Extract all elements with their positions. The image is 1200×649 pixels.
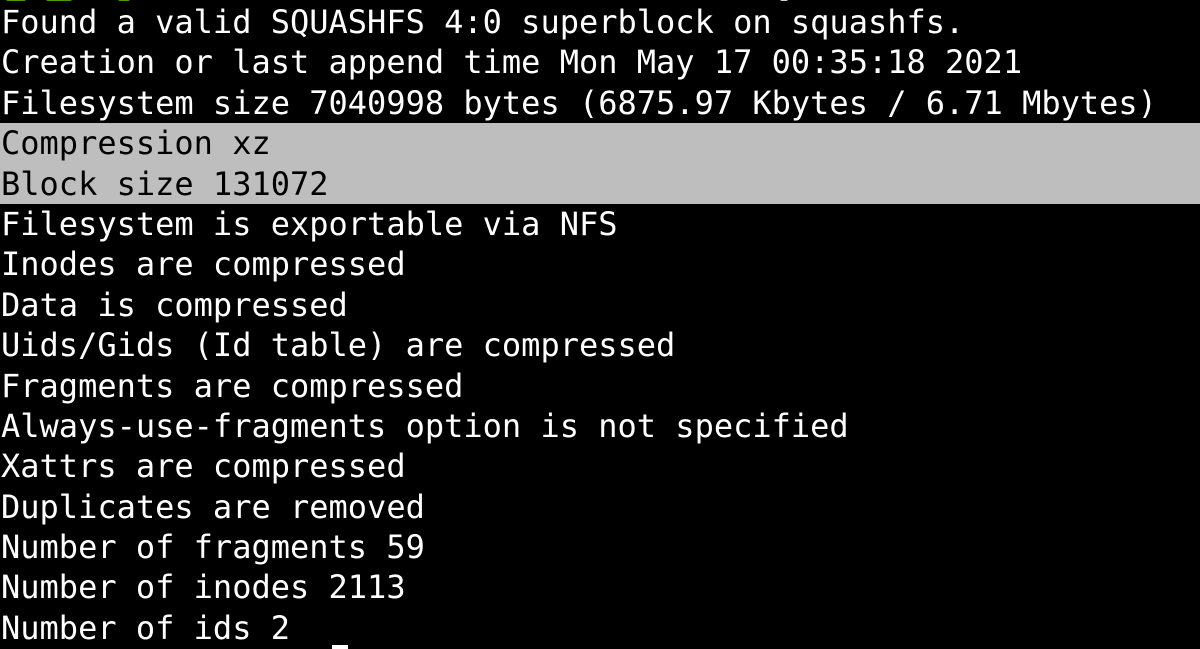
- output-line: Number of fragments 59: [1, 528, 425, 567]
- prompt-fragment: [118, 0, 130, 1]
- prompt-fragment: [6, 0, 26, 1]
- output-line: Number of inodes 2113: [1, 568, 406, 607]
- output-line: Found a valid SQUASHFS 4:0 superblock on…: [1, 3, 965, 41]
- output-line: Xattrs are compressed: [1, 447, 406, 486]
- output-line: Always-use-fragments option is not speci…: [1, 406, 849, 445]
- output-line: Number of ids 2: [1, 608, 290, 647]
- output-line: Fragments are compressed: [1, 366, 464, 405]
- output-line: Inodes are compressed: [1, 245, 406, 284]
- selected-output-line: Block size 131072: [0, 163, 1200, 204]
- output-line: Creation or last append time Mon May 17 …: [1, 43, 1023, 82]
- terminal-output[interactable]: Found a valid SQUASHFS 4:0 superblock on…: [0, 2, 1200, 648]
- command-fragment: [780, 0, 788, 1]
- output-line: Uids/Gids (Id table) are compressed: [1, 326, 676, 365]
- prompt-fragment: [46, 0, 72, 1]
- text-cursor: [332, 645, 348, 649]
- output-line: Data is compressed: [1, 285, 348, 324]
- output-line: Duplicates are removed: [1, 487, 425, 526]
- output-line: Filesystem size 7040998 bytes (6875.97 K…: [1, 83, 1157, 122]
- terminal-window[interactable]: Found a valid SQUASHFS 4:0 superblock on…: [0, 0, 1200, 649]
- selected-output-line: Compression xz: [0, 123, 1200, 164]
- output-line: Filesystem is exportable via NFS: [1, 204, 618, 243]
